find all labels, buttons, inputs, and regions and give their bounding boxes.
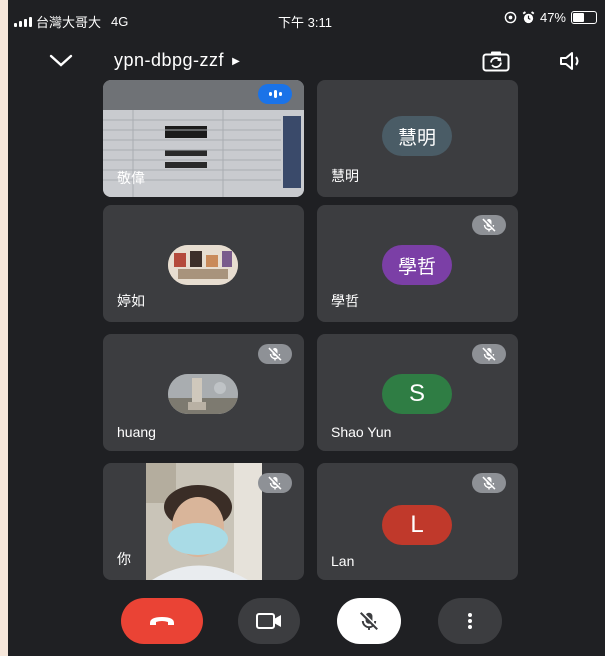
participant-name: 敬偉	[117, 170, 145, 186]
carrier-label: 台灣大哥大	[36, 15, 102, 30]
participant-name: Lan	[331, 553, 355, 569]
avatar-initials: 學哲	[397, 256, 436, 278]
meeting-header: ypn-dbpg-zzf ▶	[8, 40, 605, 80]
participant-tile[interactable]: 學哲 學哲	[317, 205, 518, 322]
avatar-initials: L	[410, 511, 424, 538]
participant-tile[interactable]: L Lan	[317, 463, 518, 580]
meeting-code: ypn-dbpg-zzf	[114, 50, 225, 70]
mic-off-icon	[472, 215, 506, 235]
avatar: 學哲	[382, 245, 452, 285]
avatar	[168, 374, 238, 414]
battery-icon	[571, 11, 597, 24]
more-vertical-icon	[468, 613, 472, 629]
participant-name: Shao Yun	[331, 424, 392, 440]
switch-camera-button[interactable]	[481, 46, 511, 76]
participant-name: 學哲	[331, 293, 359, 309]
speaker-icon	[560, 52, 579, 70]
location-icon	[504, 11, 517, 24]
microphone-button[interactable]	[337, 598, 401, 644]
mic-off-icon	[258, 473, 292, 493]
avatar-initials: 慧明	[397, 127, 436, 149]
video-camera-icon	[256, 613, 281, 629]
mic-off-icon	[472, 344, 506, 364]
status-bar: 台灣大哥大 4G 下午 3:11 47%	[8, 0, 605, 40]
self-camera-video	[146, 463, 262, 580]
hang-up-icon	[150, 617, 174, 625]
mic-off-icon	[472, 473, 506, 493]
avatar	[168, 245, 238, 285]
battery-label: 47%	[539, 10, 566, 25]
mic-off-icon	[258, 344, 292, 364]
participant-tile[interactable]: 慧明 慧明	[317, 80, 518, 197]
participant-tile[interactable]: 敬偉	[103, 80, 304, 197]
chevron-down-icon	[49, 54, 73, 67]
participant-tile[interactable]: 婷如	[103, 205, 304, 322]
profile-photo	[168, 245, 238, 285]
avatar: S	[382, 374, 452, 414]
participant-tile[interactable]: S Shao Yun	[317, 334, 518, 451]
mic-off-icon	[359, 610, 380, 631]
status-time: 下午 3:11	[278, 15, 332, 30]
participant-name: huang	[117, 424, 156, 440]
meeting-title[interactable]: ypn-dbpg-zzf ▶	[114, 50, 240, 71]
alarm-icon	[522, 11, 535, 24]
profile-photo	[168, 374, 238, 414]
more-options-button[interactable]	[438, 598, 502, 644]
avatar: 慧明	[382, 116, 452, 156]
participant-name: 婷如	[117, 293, 145, 309]
participant-tile[interactable]: huang	[103, 334, 304, 451]
avatar-initials: S	[408, 380, 425, 407]
participant-tile-self[interactable]: 你	[103, 463, 304, 580]
participant-name: 慧明	[331, 168, 359, 184]
call-controls	[8, 590, 605, 656]
speaker-button[interactable]	[557, 46, 587, 76]
network-label: 4G	[111, 14, 129, 29]
collapse-button[interactable]	[46, 46, 76, 76]
switch-camera-icon	[482, 51, 510, 72]
camera-button[interactable]	[238, 598, 300, 644]
caret-right-icon: ▶	[232, 56, 241, 67]
signal-icon	[14, 16, 32, 27]
phone-screen: 台灣大哥大 4G 下午 3:11 47% ypn-dbpg-zzf ▶ 敬偉 慧…	[8, 0, 605, 656]
speaking-indicator-icon	[258, 84, 292, 104]
end-call-button[interactable]	[121, 598, 203, 644]
avatar: L	[382, 505, 452, 545]
participant-name: 你	[117, 551, 131, 567]
